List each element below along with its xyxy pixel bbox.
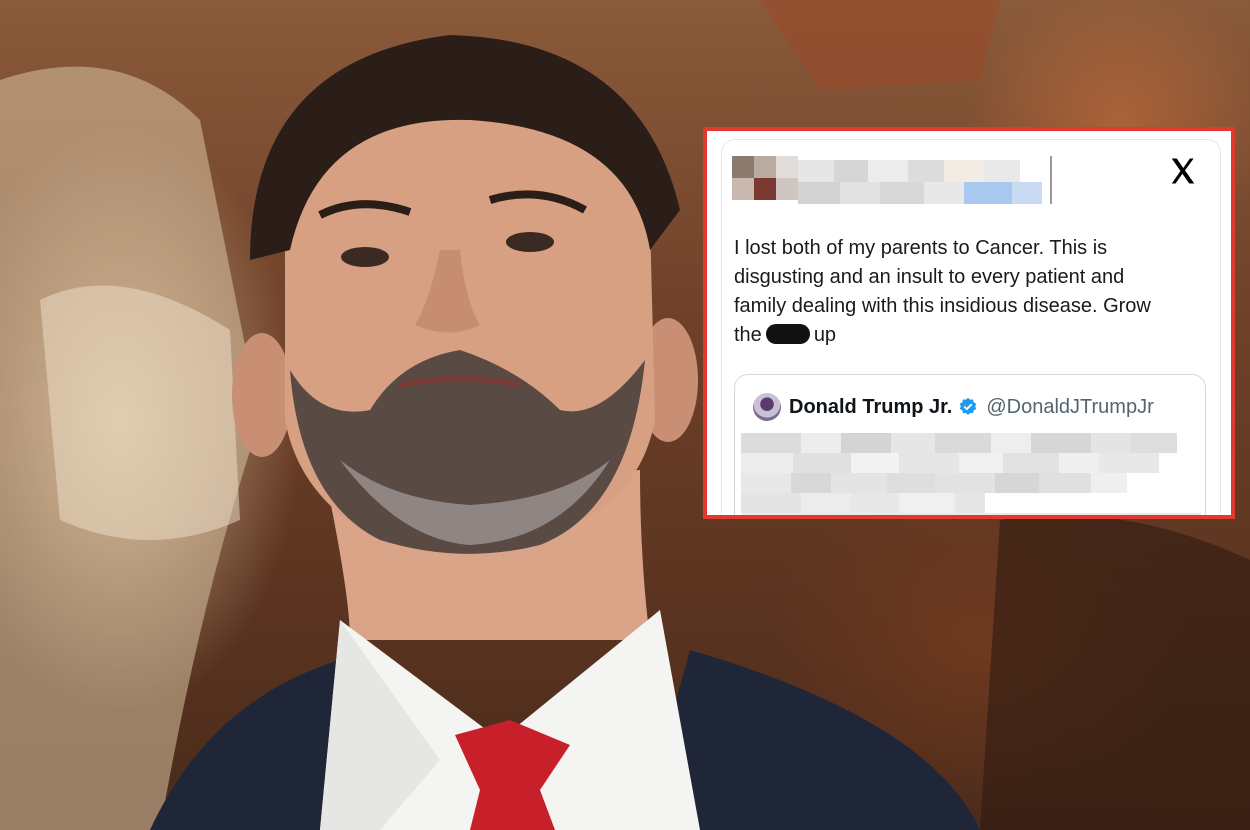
tweet-line: the up xyxy=(734,324,837,346)
pixelated-quote-text xyxy=(741,433,1177,453)
tweet-screenshot: I lost both of my parents to Cancer. Thi… xyxy=(703,127,1235,519)
pixelated-user-avatar xyxy=(732,156,798,178)
tweet-card: I lost both of my parents to Cancer. Thi… xyxy=(721,139,1221,515)
quoted-tweet: Donald Trump Jr. @DonaldJTrumpJr xyxy=(734,374,1206,515)
quoted-author-name: Donald Trump Jr. xyxy=(789,395,953,418)
x-logo-icon xyxy=(1166,154,1200,188)
tweet-line: family dealing with this insidious disea… xyxy=(734,295,1151,317)
quoted-tweet-header: Donald Trump Jr. @DonaldJTrumpJr xyxy=(753,393,1154,421)
quoted-author-handle: @DonaldJTrumpJr xyxy=(986,395,1154,418)
tweet-body: I lost both of my parents to Cancer. Thi… xyxy=(734,234,1204,350)
redacted-word xyxy=(765,324,810,344)
verified-badge-icon xyxy=(958,397,978,417)
avatar xyxy=(753,393,781,421)
pixelated-user-name xyxy=(798,160,1020,182)
tweet-line: I lost both of my parents to Cancer. Thi… xyxy=(734,237,1108,259)
tweet-line: disgusting and an insult to every patien… xyxy=(734,266,1125,288)
